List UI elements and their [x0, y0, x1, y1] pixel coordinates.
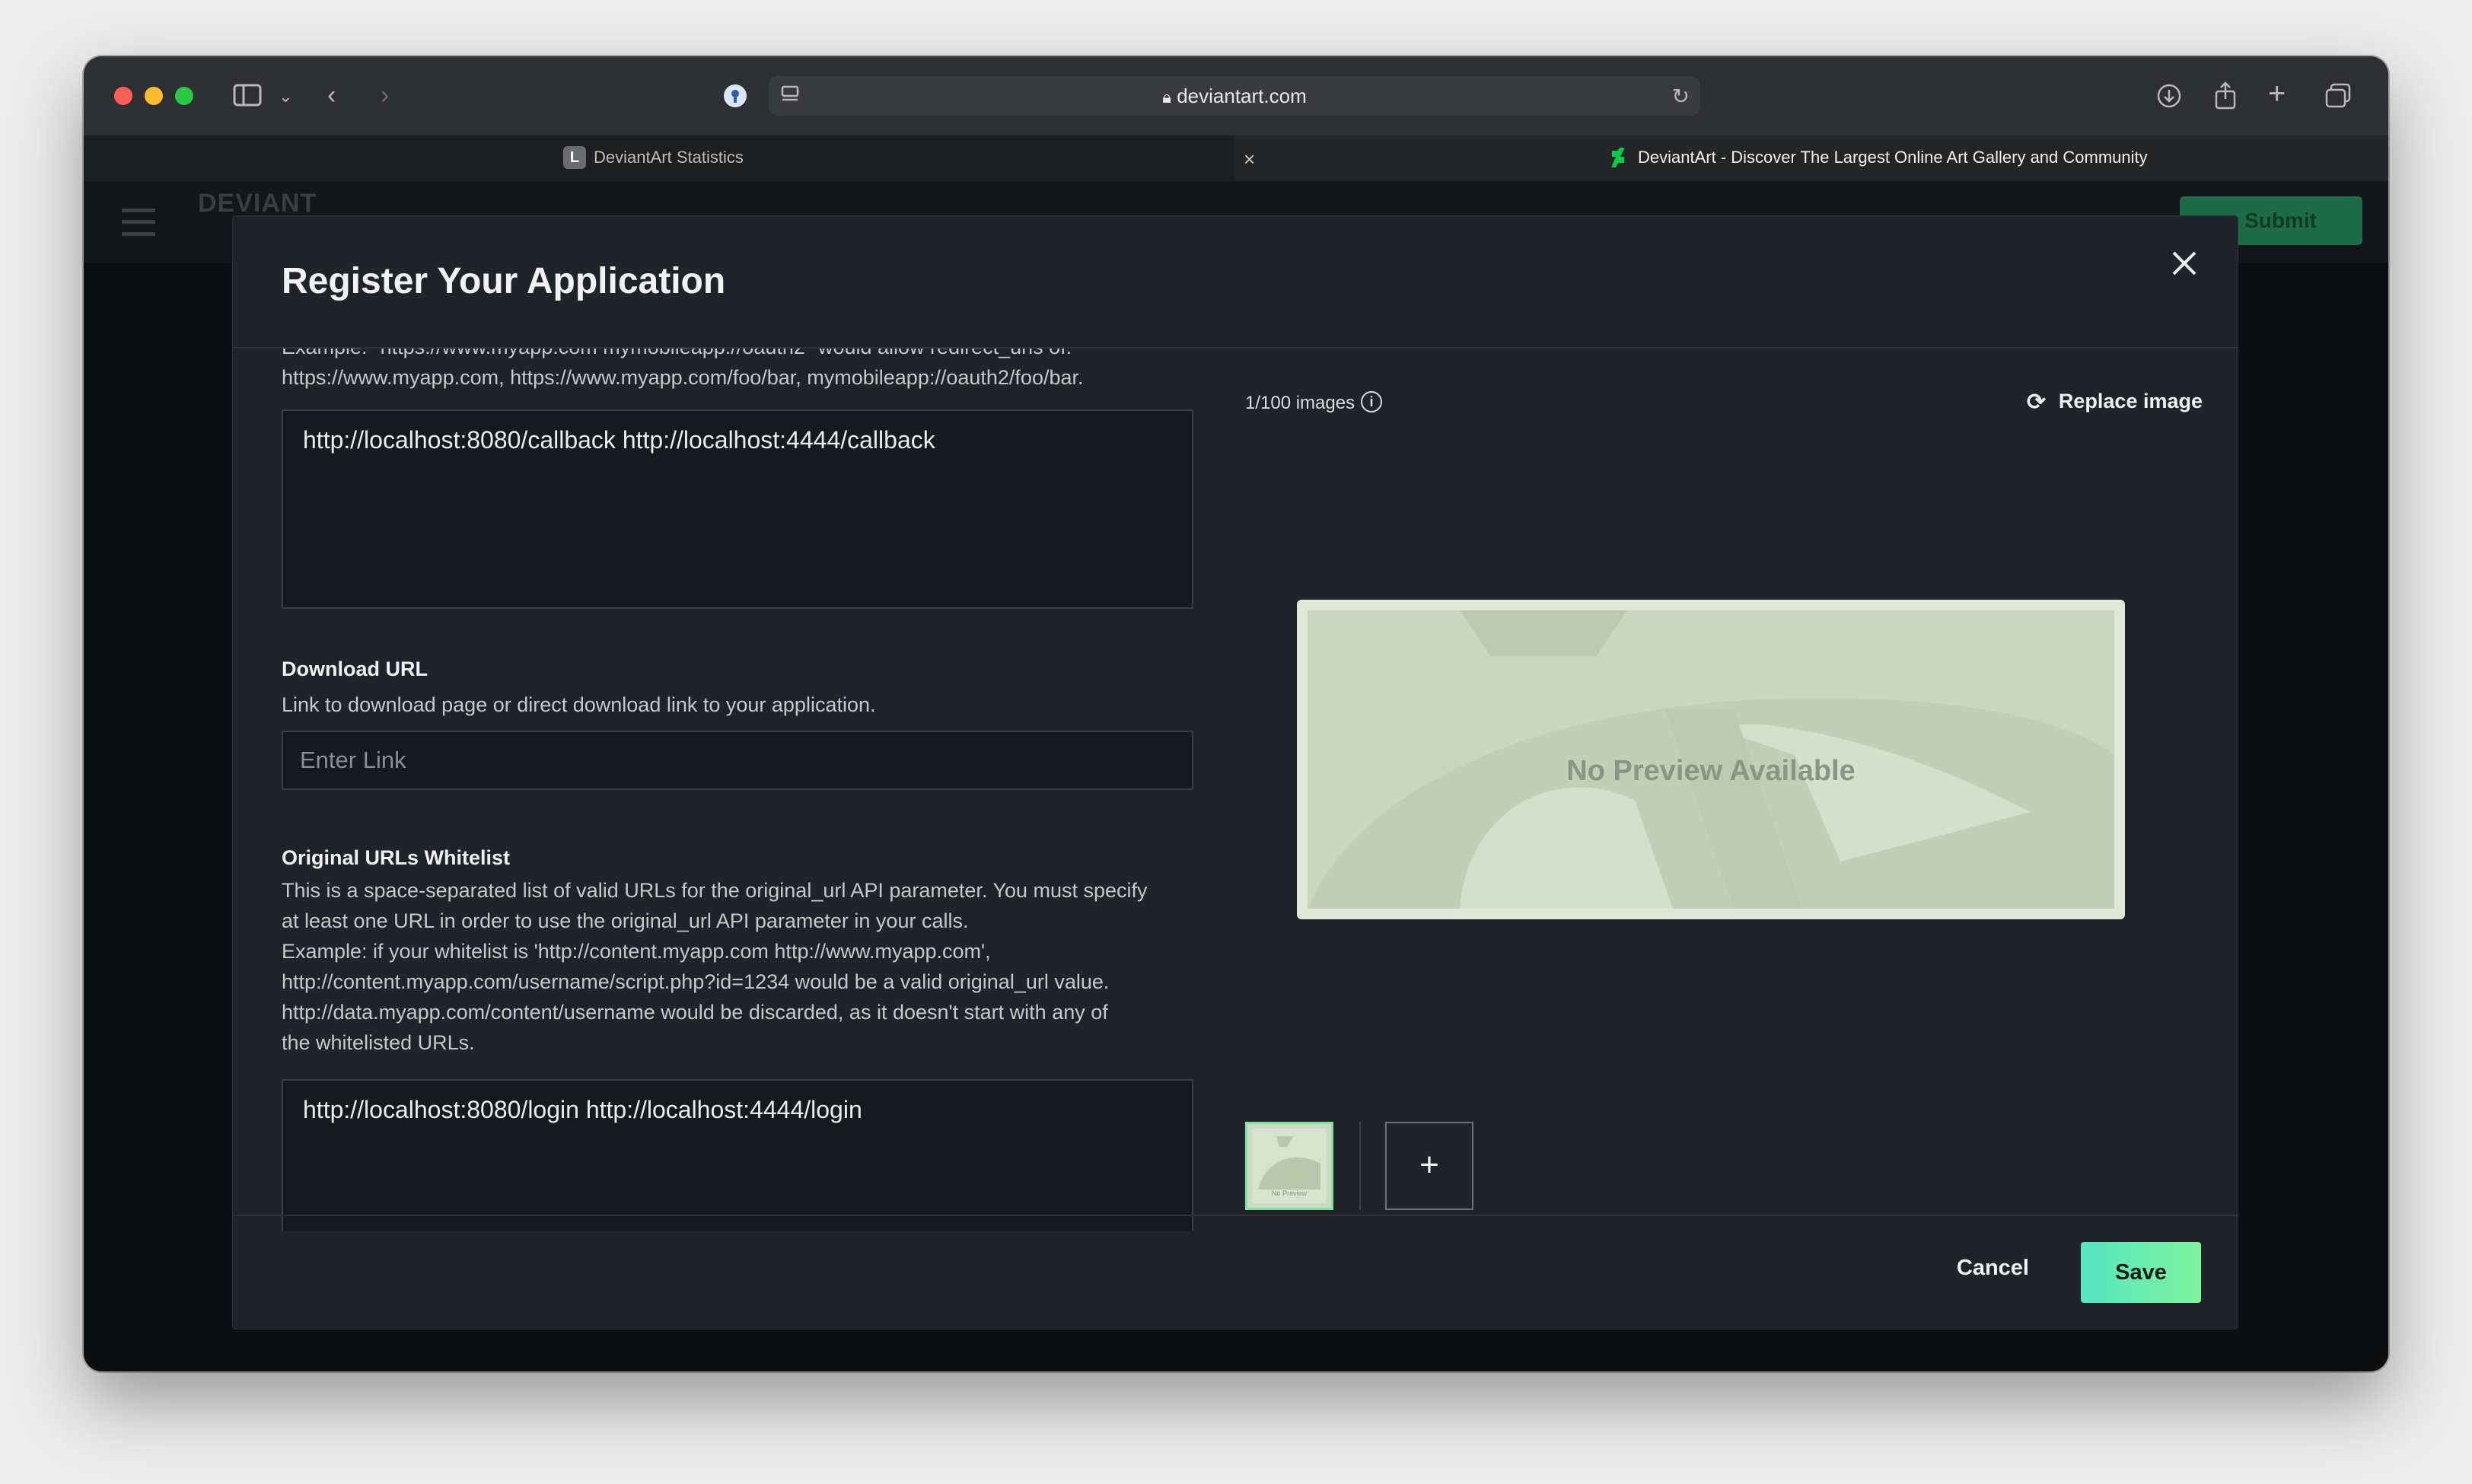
modal-header: Register Your Application	[233, 216, 2238, 349]
image-thumbnail[interactable]: No Preview	[1245, 1122, 1333, 1210]
modal-title: Register Your Application	[282, 261, 726, 301]
redirect-help-clipped: Example: "https://www.myapp.com mymobile…	[282, 349, 1072, 362]
menu-icon[interactable]	[122, 209, 155, 236]
image-preview: No Preview Available	[1297, 600, 2125, 919]
back-arrow-icon[interactable]: ‹	[327, 82, 336, 108]
browser-toolbar: ⌄ ‹ › 🔒︎ deviantart.com ↻ +	[84, 56, 2388, 135]
save-button[interactable]: Save	[2081, 1242, 2201, 1303]
redirect-uri-value: http://localhost:8080/callback http://lo…	[303, 426, 935, 454]
chevron-down-icon[interactable]: ⌄	[279, 84, 292, 110]
page-content: DEVIANT Submit Register Your Application…	[84, 181, 2388, 1371]
tab-bar: L DeviantArt Statistics × DeviantArt - D…	[84, 135, 2388, 181]
tab-deviantart-statistics[interactable]: L DeviantArt Statistics	[84, 135, 1234, 181]
original-urls-whitelist-field[interactable]: http://localhost:8080/login http://local…	[282, 1079, 1193, 1231]
replace-image-button[interactable]: ⟳ Replace image	[2027, 390, 2203, 415]
help-line: the whitelisted URLs.	[282, 1031, 475, 1054]
tab-label: DeviantArt Statistics	[594, 148, 744, 167]
thumbnail-label: No Preview	[1271, 1189, 1307, 1197]
close-icon[interactable]	[2160, 239, 2209, 288]
password-manager-icon[interactable]	[722, 82, 749, 114]
add-image-button[interactable]: +	[1385, 1122, 1473, 1210]
redirect-help: https://www.myapp.com, https://www.myapp…	[282, 366, 1084, 389]
tab-label: DeviantArt - Discover The Largest Online…	[1638, 148, 2148, 167]
close-window-button[interactable]	[114, 87, 132, 105]
tab-favicon-icon: L	[563, 146, 586, 169]
info-icon[interactable]: i	[1361, 391, 1382, 412]
image-panel: 1/100 images i ⟳ Replace image No Previe…	[1230, 349, 2238, 1231]
deviantart-favicon-icon	[1609, 146, 1632, 169]
new-tab-icon[interactable]: +	[2268, 78, 2286, 109]
help-line: http://data.myapp.com/content/username w…	[282, 1001, 1108, 1024]
share-icon[interactable]	[2213, 81, 2238, 114]
refresh-icon: ⟳	[2026, 390, 2047, 415]
lock-icon: 🔒︎	[1162, 88, 1171, 107]
form-scroll-area[interactable]: Example: "https://www.myapp.com mymobile…	[282, 349, 1196, 1231]
sidebar-toggle-icon[interactable]	[233, 84, 262, 111]
address-bar[interactable]: 🔒︎ deviantart.com ↻	[769, 76, 1700, 116]
preview-placeholder: No Preview Available	[1308, 610, 2114, 909]
original-urls-whitelist-help: This is a space-separated list of valid …	[282, 875, 1148, 1058]
tab-overview-icon[interactable]	[2324, 82, 2352, 114]
browser-window: ⌄ ‹ › 🔒︎ deviantart.com ↻ + L DeviantArt…	[84, 56, 2388, 1371]
redirect-uri-whitelist-field[interactable]: http://localhost:8080/callback http://lo…	[282, 409, 1193, 609]
download-url-help: Link to download page or direct download…	[282, 693, 876, 716]
download-url-input[interactable]: Enter Link	[282, 731, 1193, 790]
help-line: This is a space-separated list of valid …	[282, 879, 1148, 902]
thumbnail-divider	[1359, 1122, 1361, 1210]
download-icon[interactable]	[2155, 82, 2183, 114]
replace-image-label: Replace image	[2058, 390, 2203, 412]
original-urls-whitelist-label: Original URLs Whitelist	[282, 846, 511, 869]
download-url-label: Download URL	[282, 658, 428, 680]
forward-arrow-icon[interactable]: ›	[381, 82, 389, 108]
minimize-window-button[interactable]	[145, 87, 163, 105]
tab-deviantart-home[interactable]: DeviantArt - Discover The Largest Online…	[1234, 135, 2388, 181]
help-line: at least one URL in order to use the ori…	[282, 909, 969, 932]
help-line: Example: if your whitelist is 'http://co…	[282, 940, 991, 963]
deviantart-logo[interactable]: DEVIANT	[198, 189, 317, 218]
image-count: 1/100 images	[1245, 393, 1355, 413]
register-application-modal: Register Your Application Example: "http…	[233, 216, 2238, 1329]
url-value: deviantart.com	[1177, 84, 1307, 107]
download-url-placeholder: Enter Link	[300, 747, 406, 773]
original-urls-value: http://localhost:8080/login http://local…	[303, 1096, 862, 1123]
modal-footer: Cancel Save	[233, 1215, 2238, 1329]
help-line: http://content.myapp.com/username/script…	[282, 970, 1110, 993]
no-preview-text: No Preview Available	[1566, 755, 1856, 787]
cancel-button[interactable]: Cancel	[1957, 1256, 2029, 1281]
reload-icon[interactable]: ↻	[1672, 84, 1690, 110]
url-text: 🔒︎ deviantart.com	[769, 84, 1700, 108]
zoom-window-button[interactable]	[175, 87, 193, 105]
